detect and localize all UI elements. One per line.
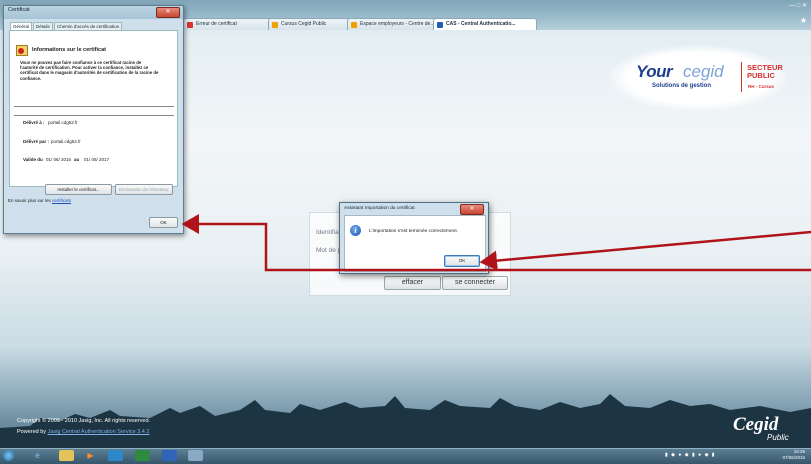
- start-button-icon[interactable]: [3, 450, 14, 461]
- outlook-icon[interactable]: [108, 450, 123, 461]
- system-tray-icons[interactable]: ▮ ◆ ● ◆ ▮ ● ◆ ▮: [665, 452, 716, 458]
- app-icon[interactable]: [188, 450, 203, 461]
- system-clock[interactable]: 15:26 07/06/2016: [782, 449, 805, 461]
- arrow-to-wizard-ok: [479, 230, 811, 271]
- public-logo: Public: [767, 433, 789, 442]
- folder-icon[interactable]: [59, 450, 74, 461]
- jasig-link[interactable]: Jasig Central Authentication Service 3.4…: [48, 429, 150, 435]
- internet-explorer-icon[interactable]: e: [30, 450, 45, 461]
- excel-icon[interactable]: [135, 450, 150, 461]
- powered-by: Powered by Jasig Central Authentication …: [17, 429, 150, 435]
- arrow-to-cert-ok: [181, 214, 811, 272]
- media-player-icon[interactable]: ▶: [83, 450, 98, 461]
- word-icon[interactable]: [162, 450, 177, 461]
- copyright: Copyright © 2005 - 2010 Jasig, Inc. All …: [17, 418, 151, 424]
